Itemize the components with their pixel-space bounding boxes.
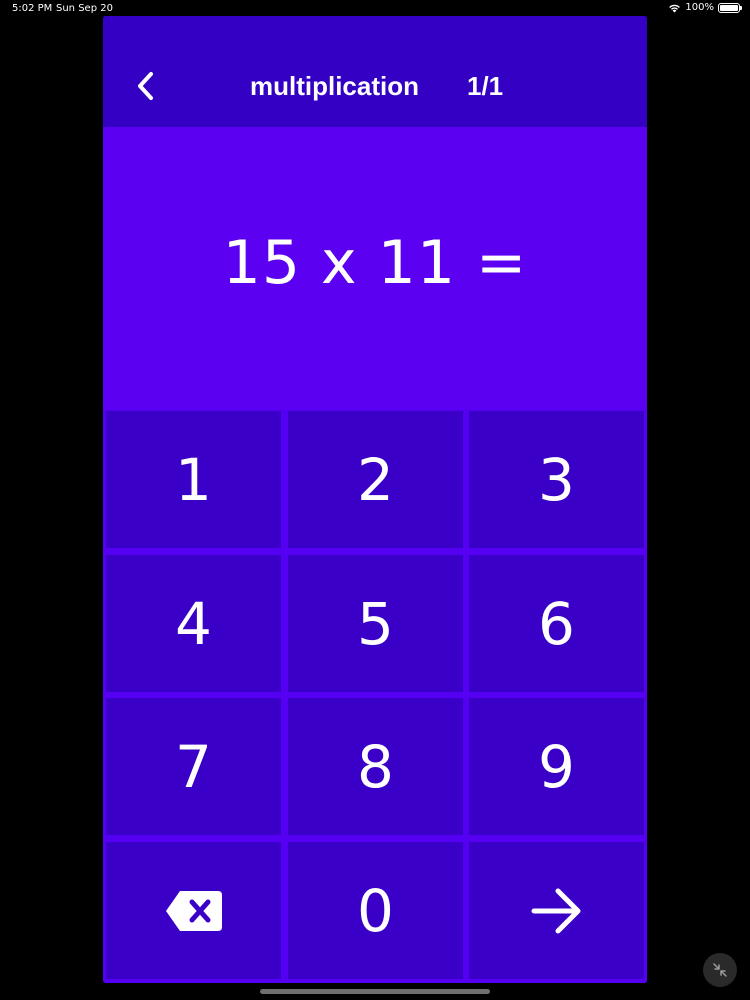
chevron-left-icon (138, 72, 153, 100)
key-7[interactable]: 7 (106, 698, 281, 835)
key-9[interactable]: 9 (469, 698, 644, 835)
backspace-icon (165, 890, 222, 931)
key-8[interactable]: 8 (288, 698, 463, 835)
app-header: multiplication 1/1 (103, 16, 647, 127)
status-indicators: 100% (668, 2, 742, 13)
question-text: 15 x 11 = (222, 228, 528, 298)
keypad: 1 2 3 4 5 6 7 8 9 0 (103, 409, 647, 983)
submit-button[interactable] (469, 842, 644, 979)
status-time: 5:02 PM (12, 3, 53, 14)
wifi-icon (669, 4, 681, 12)
collapse-icon (713, 963, 727, 977)
home-indicator (260, 989, 490, 994)
app-window: multiplication 1/1 15 x 11 = 1 2 3 4 5 6… (103, 16, 647, 983)
backspace-button[interactable] (106, 842, 281, 979)
battery-icon (718, 2, 742, 13)
arrow-right-icon (531, 888, 580, 933)
key-3[interactable]: 3 (469, 411, 644, 548)
status-date: Sun Sep 20 (56, 3, 113, 14)
key-2[interactable]: 2 (288, 411, 463, 548)
key-5[interactable]: 5 (288, 555, 463, 692)
key-1[interactable]: 1 (106, 411, 281, 548)
key-6[interactable]: 6 (469, 555, 644, 692)
question-area: 15 x 11 = (103, 127, 647, 409)
key-4[interactable]: 4 (106, 555, 281, 692)
question-progress: 1/1 (467, 71, 504, 101)
battery-percent: 100% (685, 2, 714, 13)
page-title: multiplication (250, 71, 419, 101)
key-0[interactable]: 0 (288, 842, 463, 979)
back-button[interactable] (125, 66, 165, 106)
collapse-button[interactable] (703, 953, 737, 987)
